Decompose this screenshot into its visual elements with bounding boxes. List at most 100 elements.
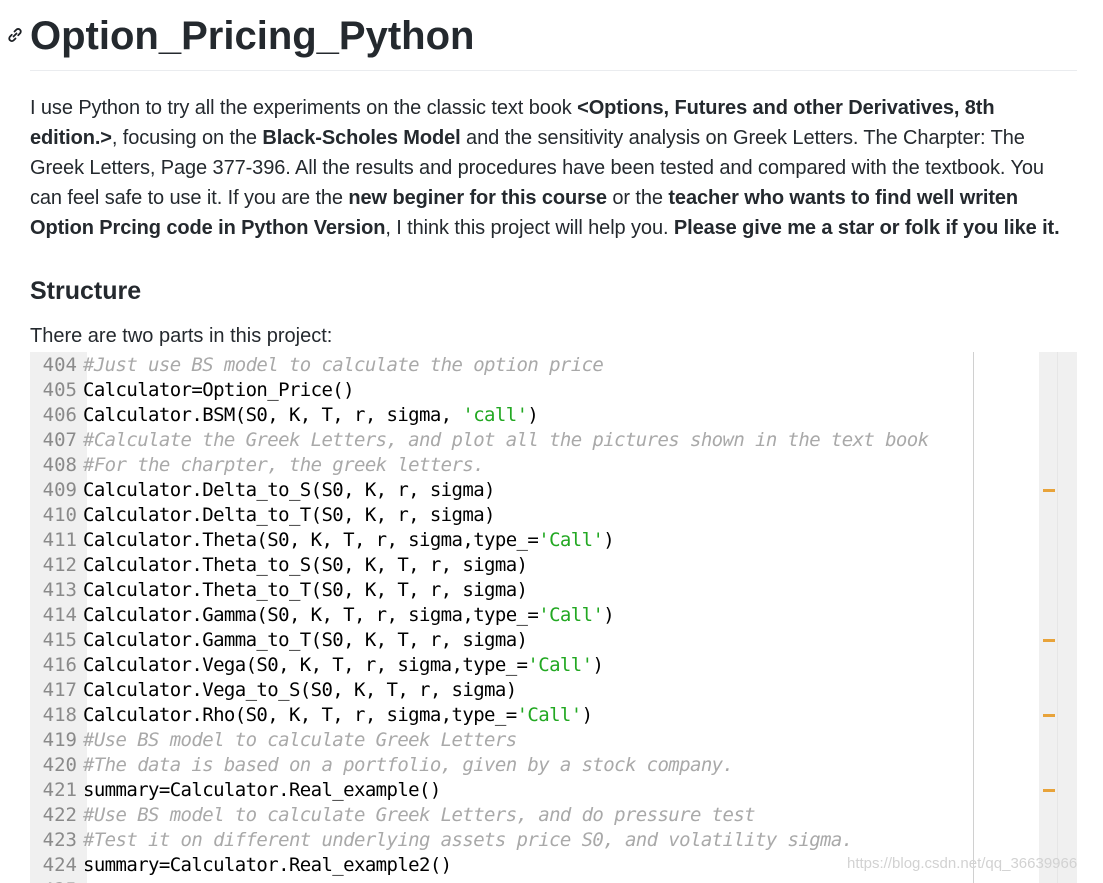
line-number: 407 <box>42 429 77 451</box>
code-string: 'Call' <box>527 654 593 676</box>
code-segment: #Use BS model to calculate Greek Letters… <box>83 804 756 826</box>
code-text: Calculator.Gamma(S0, K, T, r, sigma,type… <box>83 603 615 628</box>
line-number: 424 <box>42 854 77 876</box>
code-text: Calculator.BSM(S0, K, T, r, sigma, 'call… <box>83 403 539 428</box>
code-segment: Calculator.Theta_to_T(S0, K, T, r, sigma… <box>83 579 528 601</box>
code-text: Calculator.Rho(S0, K, T, r, sigma,type_=… <box>83 703 593 728</box>
code-segment: Calculator.Vega(S0, K, T, r, sigma,type_… <box>83 654 528 676</box>
line-number: 409 <box>42 479 77 501</box>
code-line: 410 Calculator.Delta_to_T(S0, K, r, sigma… <box>30 503 975 528</box>
code-line: 423 #Test it on different underlying asse… <box>30 828 975 853</box>
link-icon[interactable] <box>5 25 25 45</box>
code-line: 407 #Calculate the Greek Letters, and plo… <box>30 428 975 453</box>
code-line: 404 #Just use BS model to calculate the o… <box>30 353 975 378</box>
intro-text-4: or the <box>606 187 669 209</box>
code-text: Calculator.Delta_to_S(S0, K, r, sigma) <box>83 478 495 503</box>
line-number: 415 <box>42 629 77 651</box>
intro-text-2: , focusing on the <box>111 127 263 149</box>
code-line: 418 Calculator.Rho(S0, K, T, r, sigma,typ… <box>30 703 975 728</box>
structure-text: There are two parts in this project: <box>30 325 333 347</box>
edge-guide-line <box>973 352 974 883</box>
code-segment: #Use BS model to calculate Greek Letters <box>83 729 517 751</box>
code-line: 406 Calculator.BSM(S0, K, T, r, sigma, 'c… <box>30 403 975 428</box>
code-segment: ) <box>527 404 539 426</box>
code-segment: Calculator.Delta_to_T(S0, K, r, sigma) <box>83 504 495 526</box>
code-text: Calculator.Gamma_to_T(S0, K, T, r, sigma… <box>83 628 528 653</box>
code-segment: #For the charpter, the greek letters. <box>83 454 485 476</box>
code-text: Calculator=Option_Price() <box>83 378 355 403</box>
structure-heading: Structure <box>30 277 142 305</box>
scrollbar-marker <box>1043 639 1055 642</box>
line-number: 423 <box>42 829 77 851</box>
code-line: 409 Calculator.Delta_to_S(S0, K, r, sigma… <box>30 478 975 503</box>
code-line: 415 Calculator.Gamma_to_T(S0, K, T, r, si… <box>30 628 975 653</box>
code-line: 408 #For the charpter, the greek letters. <box>30 453 975 478</box>
code-line: 424 summary=Calculator.Real_example2() <box>30 853 975 878</box>
code-comment: #Just use BS model to calculate the opti… <box>83 353 604 378</box>
page-title: Option_Pricing_Python <box>30 14 475 58</box>
code-segment: Calculator.Delta_to_S(S0, K, r, sigma) <box>83 479 495 501</box>
code-segment: Calculator.Rho(S0, K, T, r, sigma,type_= <box>83 704 517 726</box>
code-line: 413 Calculator.Theta_to_T(S0, K, T, r, si… <box>30 578 975 603</box>
line-number: 413 <box>42 579 77 601</box>
scrollbar-marker <box>1043 489 1055 492</box>
code-segment: #Just use BS model to calculate the opti… <box>83 354 604 376</box>
line-number: 405 <box>42 379 77 401</box>
code-segment: ) <box>581 704 593 726</box>
code-line: 422 #Use BS model to calculate Greek Lett… <box>30 803 975 828</box>
code-line: 421 summary=Calculator.Real_example() <box>30 778 975 803</box>
code-string: 'Call' <box>538 529 604 551</box>
code-line: 411 Calculator.Theta(S0, K, T, r, sigma,t… <box>30 528 975 553</box>
intro-text-1: I use Python to try all the experiments … <box>30 97 578 119</box>
code-screenshot: 404 #Just use BS model to calculate the o… <box>30 352 1077 883</box>
code-lines: 404 #Just use BS model to calculate the o… <box>30 353 975 883</box>
line-number: 410 <box>42 504 77 526</box>
code-segment: Calculator.Gamma_to_T(S0, K, T, r, sigma… <box>83 629 528 651</box>
line-number: 418 <box>42 704 77 726</box>
line-number: 425 <box>30 878 83 883</box>
scrollbar-divider <box>1057 352 1058 883</box>
line-number: 414 <box>42 604 77 626</box>
code-segment: #The data is based on a portfolio, given… <box>83 754 734 776</box>
code-comment: #The data is based on a portfolio, given… <box>83 753 734 778</box>
code-line: 416 Calculator.Vega(S0, K, T, r, sigma,ty… <box>30 653 975 678</box>
code-text: Calculator.Vega_to_S(S0, K, T, r, sigma) <box>83 678 517 703</box>
code-segment: Calculator.Gamma(S0, K, T, r, sigma,type… <box>83 604 539 626</box>
code-line: 419 #Use BS model to calculate Greek Lett… <box>30 728 975 753</box>
scrollbar-marker <box>1043 789 1055 792</box>
code-text: summary=Calculator.Real_example2() <box>83 853 452 878</box>
intro-bold-model: Black-Scholes Model <box>262 127 461 149</box>
code-line: 414 Calculator.Gamma(S0, K, T, r, sigma,t… <box>30 603 975 628</box>
code-comment: #Test it on different underlying assets … <box>83 828 853 853</box>
code-segment: #Calculate the Greek Letters, and plot a… <box>83 429 929 451</box>
code-text: Calculator.Theta_to_T(S0, K, T, r, sigma… <box>83 578 528 603</box>
line-number: 404 <box>42 354 77 376</box>
code-comment: #For the charpter, the greek letters. <box>83 453 485 478</box>
code-text: Calculator.Theta(S0, K, T, r, sigma,type… <box>83 528 615 553</box>
code-segment: Calculator=Option_Price() <box>83 379 355 401</box>
code-string: 'Call' <box>538 604 604 626</box>
intro-paragraph: I use Python to try all the experiments … <box>30 93 1077 243</box>
code-segment: summary=Calculator.Real_example2() <box>83 854 452 876</box>
line-number: 416 <box>42 654 77 676</box>
code-segment: ) <box>603 529 615 551</box>
line-number: 419 <box>42 729 77 751</box>
scrollbar-marker <box>1043 714 1055 717</box>
readme-content: Option_Pricing_Python I use Python to tr… <box>8 0 1077 349</box>
code-string: 'call' <box>462 404 528 426</box>
intro-text-5: , I think this project will help you. <box>385 217 674 239</box>
code-comment: #Use BS model to calculate Greek Letters <box>83 728 517 753</box>
code-comment: #Use BS model to calculate Greek Letters… <box>83 803 756 828</box>
code-segment: Calculator.Theta_to_S(S0, K, T, r, sigma… <box>83 554 528 576</box>
line-number: 420 <box>42 754 77 776</box>
line-number: 406 <box>42 404 77 426</box>
editor-scrollbar[interactable] <box>1039 352 1077 883</box>
line-number: 408 <box>42 454 77 476</box>
code-line: 412 Calculator.Theta_to_S(S0, K, T, r, si… <box>30 553 975 578</box>
code-text: Calculator.Vega(S0, K, T, r, sigma,type_… <box>83 653 604 678</box>
intro-bold-beginner: new beginer for this course <box>348 187 607 209</box>
code-segment: ) <box>592 654 604 676</box>
line-number: 422 <box>42 804 77 826</box>
code-line: 420 #The data is based on a portfolio, gi… <box>30 753 975 778</box>
code-segment: Calculator.Vega_to_S(S0, K, T, r, sigma) <box>83 679 517 701</box>
